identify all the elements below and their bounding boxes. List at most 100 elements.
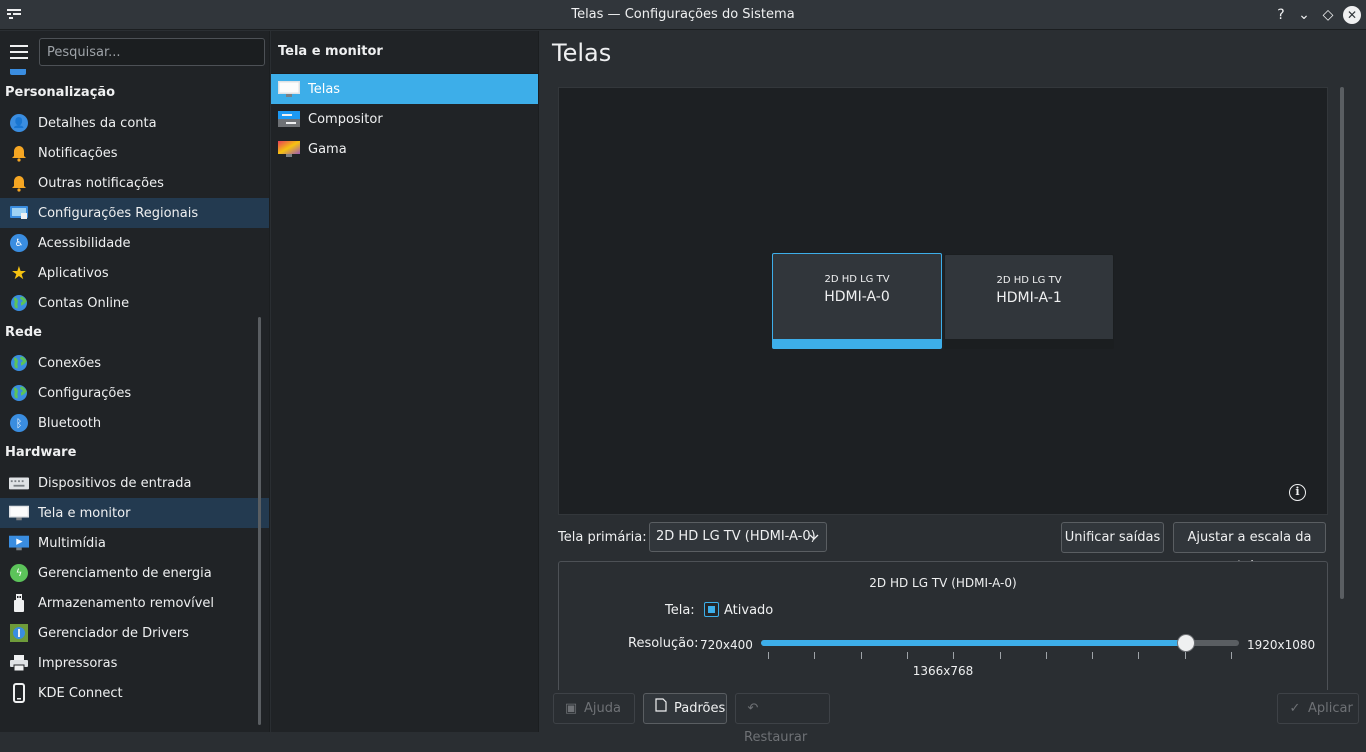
- resolution-slider[interactable]: [761, 634, 1239, 652]
- compositor-icon: [278, 110, 300, 128]
- undo-icon: ↶: [747, 701, 759, 716]
- help-icon[interactable]: ?: [1271, 5, 1291, 25]
- reset-button[interactable]: ↶ Restaurar: [735, 693, 830, 745]
- subcategory-item-telas[interactable]: Telas: [271, 74, 538, 104]
- resolution-slider-fill: [761, 640, 1186, 646]
- subcategory-label: Gama: [308, 141, 347, 157]
- main-panel: Telas 2D HD LG TV HDMI-A-0 2D HD LG TV H…: [540, 31, 1366, 745]
- sidebar-item-label: Impressoras: [38, 655, 118, 671]
- output-title: 2D HD LG TV (HDMI-A-0): [869, 576, 1017, 590]
- monitor-port: HDMI-A-1: [996, 290, 1062, 306]
- monitor-hdmi-a-0[interactable]: 2D HD LG TV HDMI-A-0: [772, 253, 942, 349]
- unify-outputs-button[interactable]: Unificar saídas: [1061, 522, 1164, 553]
- sidebar-item-configuracoes[interactable]: Configurações: [0, 378, 269, 408]
- section-header-personalizacao: Personalização: [5, 85, 116, 100]
- sidebar-item-label: Contas Online: [38, 295, 130, 311]
- sidebar-item-label: Aplicativos: [38, 265, 109, 281]
- help-button[interactable]: ▣ Ajuda: [553, 693, 635, 724]
- primary-display-row: Tela primária: 2D HD LG TV (HDMI-A-0) Un…: [558, 522, 1328, 574]
- sidebar-item-multimidia[interactable]: Multimídia: [0, 528, 269, 558]
- resolution-tick: [1231, 652, 1232, 659]
- keyboard-icon: [9, 473, 29, 493]
- chevron-down-icon: [809, 523, 819, 562]
- resolution-slider-handle[interactable]: [1177, 634, 1195, 652]
- sidebar-item-label: Gerenciamento de energia: [38, 565, 212, 581]
- resolution-ticks: [768, 652, 1238, 660]
- help-button-label: Ajuda: [584, 701, 621, 716]
- resolution-tick: [953, 652, 954, 659]
- monitor-bar: [945, 339, 1113, 348]
- sidebar-item-label: KDE Connect: [38, 685, 123, 701]
- footer-bar: ▣ Ajuda Padrões ↶ Restaurar ✓ Aplicar: [540, 690, 1366, 745]
- section-header-hardware: Hardware: [5, 445, 77, 460]
- sidebar-item-detalhes-conta[interactable]: 👤 Detalhes da conta: [0, 108, 269, 138]
- sidebar-item-partial[interactable]: [0, 69, 269, 78]
- sidebar-partial-icon: [10, 69, 26, 75]
- sidebar-item-notificacoes[interactable]: Notificações: [0, 138, 269, 168]
- resolution-min: 720x400: [700, 638, 753, 652]
- display-enabled-text[interactable]: Ativado: [724, 603, 773, 618]
- subcategory-item-compositor[interactable]: Compositor: [271, 104, 538, 134]
- bluetooth-icon: ᛒ: [9, 413, 29, 433]
- subcategory-label: Telas: [308, 81, 341, 97]
- sidebar-item-label: Tela e monitor: [38, 505, 131, 521]
- apply-button-label: Aplicar: [1308, 701, 1353, 716]
- sidebar-item-energia[interactable]: ϟ Gerenciamento de energia: [0, 558, 269, 588]
- sidebar-list: Personalização 👤 Detalhes da conta Notif…: [0, 69, 269, 708]
- resolution-tick: [1046, 652, 1047, 659]
- display-enabled-label: Tela:: [665, 603, 695, 618]
- primary-display-label: Tela primária:: [558, 530, 647, 545]
- monitor-icon: [278, 80, 300, 98]
- sidebar-item-bluetooth[interactable]: ᛒ Bluetooth: [0, 408, 269, 438]
- sidebar-scrollbar[interactable]: [258, 317, 261, 725]
- subcategory-item-gama[interactable]: Gama: [271, 134, 538, 164]
- apply-button[interactable]: ✓ Aplicar: [1277, 693, 1359, 724]
- monitor-hdmi-a-1[interactable]: 2D HD LG TV HDMI-A-1: [944, 254, 1114, 349]
- sidebar-item-config-regionais[interactable]: Configurações Regionais: [0, 198, 269, 228]
- sidebar-item-conexoes[interactable]: Conexões: [0, 348, 269, 378]
- monitor-name: 2D HD LG TV: [996, 275, 1062, 286]
- sidebar-item-label: Multimídia: [38, 535, 106, 551]
- display-arrangement-canvas[interactable]: 2D HD LG TV HDMI-A-0 2D HD LG TV HDMI-A-…: [558, 87, 1328, 515]
- regional-icon: [9, 203, 29, 223]
- reset-button-label: Restaurar: [744, 730, 808, 745]
- check-icon: ✓: [1289, 701, 1301, 716]
- info-icon[interactable]: i: [1289, 484, 1306, 501]
- bell-icon: [9, 143, 29, 163]
- monitor-name: 2D HD LG TV: [824, 274, 890, 285]
- defaults-button[interactable]: Padrões: [643, 693, 727, 724]
- driver-icon: [9, 623, 29, 643]
- sidebar-item-label: Bluetooth: [38, 415, 102, 431]
- resolution-current: 1366x768: [912, 664, 974, 678]
- sidebar-item-dispositivos-entrada[interactable]: Dispositivos de entrada: [0, 468, 269, 498]
- main-scrollbar[interactable]: [1340, 87, 1344, 599]
- primary-display-select[interactable]: 2D HD LG TV (HDMI-A-0): [649, 522, 827, 552]
- star-icon: ★: [10, 262, 28, 284]
- sidebar-item-label: Configurações: [38, 385, 132, 401]
- resolution-tick: [1000, 652, 1001, 659]
- sidebar-item-kde-connect[interactable]: KDE Connect: [0, 678, 269, 708]
- close-icon[interactable]: ✕: [1343, 6, 1361, 24]
- monitor-port: HDMI-A-0: [824, 289, 890, 305]
- sidebar-item-label: Outras notificações: [38, 175, 164, 191]
- sidebar-item-impressoras[interactable]: Impressoras: [0, 648, 269, 678]
- subcategory-panel: Tela e monitor Telas Compositor Gama: [271, 31, 539, 732]
- maximize-icon[interactable]: ◇: [1318, 5, 1338, 25]
- sidebar-item-acessibilidade[interactable]: ♿ Acessibilidade: [0, 228, 269, 258]
- sidebar-item-drivers[interactable]: Gerenciador de Drivers: [0, 618, 269, 648]
- defaults-button-label: Padrões: [674, 701, 726, 716]
- resolution-tick: [814, 652, 815, 659]
- sidebar-item-tela-monitor[interactable]: Tela e monitor: [0, 498, 269, 528]
- minimize-icon[interactable]: ⌄: [1294, 5, 1314, 25]
- sidebar-item-outras-notificacoes[interactable]: Outras notificações: [0, 168, 269, 198]
- sidebar-item-armazenamento[interactable]: Armazenamento removível: [0, 588, 269, 618]
- display-enabled-checkbox[interactable]: [704, 602, 719, 617]
- user-icon: 👤: [9, 113, 29, 133]
- gamma-icon: [278, 140, 300, 158]
- sidebar-item-aplicativos[interactable]: ★ Aplicativos: [0, 258, 269, 288]
- sidebar-item-contas-online[interactable]: Contas Online: [0, 288, 269, 318]
- search-input[interactable]: [39, 38, 265, 66]
- scale-display-button[interactable]: Ajustar a escala da tela: [1173, 522, 1326, 574]
- resolution-tick: [1185, 652, 1186, 659]
- menu-icon[interactable]: [10, 45, 28, 59]
